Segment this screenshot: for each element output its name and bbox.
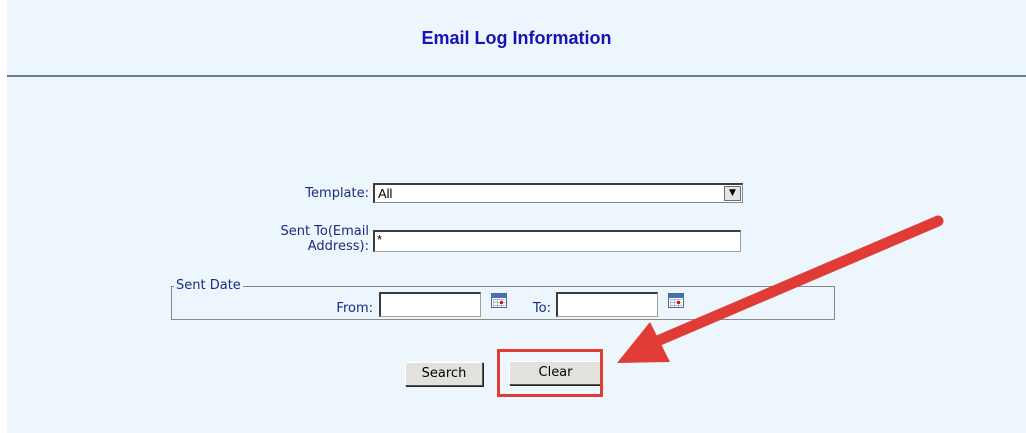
template-label: Template: (305, 186, 369, 201)
from-label: From: (336, 301, 373, 316)
from-date-input[interactable] (379, 292, 481, 317)
template-select[interactable]: All ▼ (373, 183, 743, 203)
template-select-value: All (378, 186, 393, 201)
sent-to-email-value: * (377, 232, 383, 247)
to-date-input[interactable] (556, 292, 658, 317)
page-title: Email Log Information (421, 28, 612, 48)
search-button[interactable]: Search (405, 362, 483, 386)
sent-to-label: Sent To(Email Address): (187, 224, 369, 254)
chevron-down-icon[interactable]: ▼ (724, 186, 741, 201)
sent-to-label-line1: Sent To(Email (280, 224, 369, 239)
header: Email Log Information (7, 0, 1026, 77)
to-calendar-icon[interactable] (668, 293, 684, 308)
sent-to-email-input[interactable]: * (373, 230, 741, 252)
sent-to-label-line2: Address): (307, 239, 369, 254)
to-label: To: (532, 301, 551, 316)
clear-button-highlight (497, 349, 603, 397)
from-calendar-icon[interactable] (491, 293, 507, 308)
sent-date-legend: Sent Date (176, 278, 241, 293)
